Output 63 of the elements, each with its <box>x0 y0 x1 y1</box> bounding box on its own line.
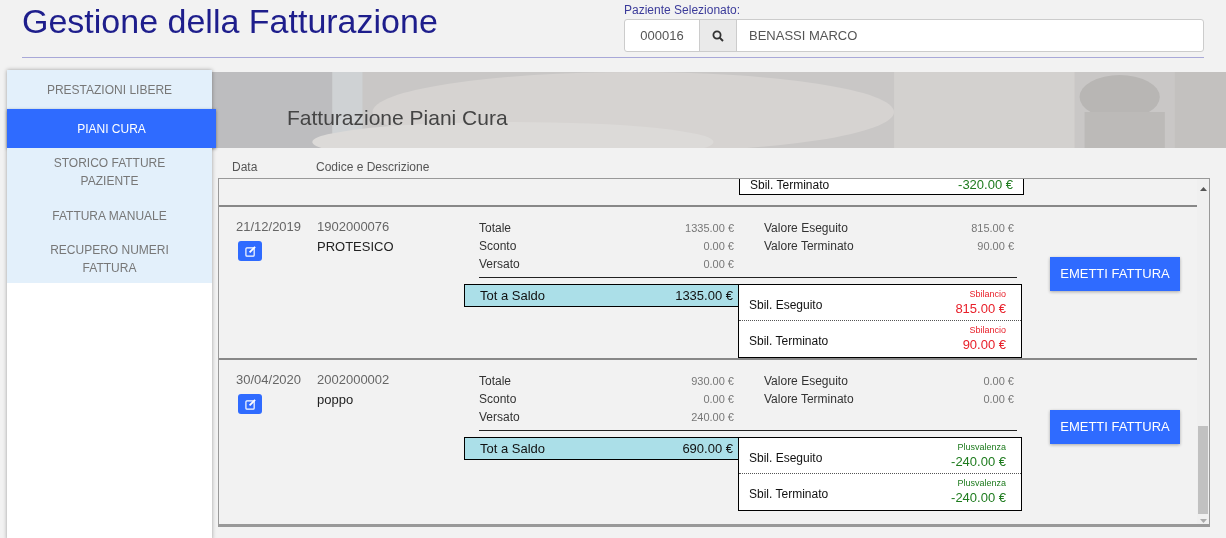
column-header: Codice e Descrizione <box>316 159 430 176</box>
amount-value: 240.00 € <box>691 409 734 425</box>
balance-total-label: Tot a Saldo <box>480 439 546 458</box>
balance-label: Sbil. Eseguito <box>749 449 823 467</box>
balance-value: -240.00 € <box>951 452 1006 471</box>
amount-label: Sconto <box>479 238 517 255</box>
amount-value: 0.00 € <box>703 256 734 272</box>
amount-label: Versato <box>479 409 520 426</box>
amount-value: 930.00 € <box>691 373 734 389</box>
sidebar-item[interactable]: RECUPERO NUMERI FATTURA <box>7 235 212 283</box>
balance-status: Plusvalenza <box>957 440 1006 453</box>
issue-invoice-button[interactable]: EMETTI FATTURA <box>1050 257 1180 291</box>
plan-date: 21/12/2019 <box>236 219 303 235</box>
edit-button[interactable] <box>238 241 262 261</box>
value-label: Valore Terminato <box>764 238 854 255</box>
issue-invoice-button[interactable]: EMETTI FATTURA <box>1050 410 1180 444</box>
sidebar-item[interactable]: FATTURA MANUALE <box>7 196 212 235</box>
balance-label: Sbil. Terminato <box>749 333 829 350</box>
balance-status: Plusvalenza <box>957 477 1006 489</box>
scroll-down-icon[interactable] <box>1199 519 1207 523</box>
amount-label: Totale <box>479 220 512 237</box>
value-amount: 0.00 € <box>983 373 1014 389</box>
balance-value: 90.00 € <box>962 336 1006 354</box>
value-label: Valore Terminato <box>764 391 854 408</box>
scroll-up-icon[interactable] <box>1199 187 1207 191</box>
amount-value: 0.00 € <box>703 238 734 254</box>
edit-button[interactable] <box>238 394 262 414</box>
balance-total-value: 690.00 € <box>682 439 733 458</box>
edit-icon <box>244 398 256 410</box>
balance-total-label: Tot a Saldo <box>480 286 546 305</box>
page-title: Gestione della Fatturazione <box>22 4 438 38</box>
edit-icon <box>244 245 256 257</box>
balance-total-value: 1335.00 € <box>675 286 733 305</box>
balance-label: Sbil. Eseguito <box>749 296 823 314</box>
plan-date: 30/04/2020 <box>236 372 303 388</box>
value-label: Valore Eseguito <box>764 373 848 390</box>
value-label: Valore Eseguito <box>764 220 848 237</box>
balance-value: 815.00 € <box>955 299 1006 318</box>
sidebar-item[interactable]: STORICO FATTURE PAZIENTE <box>7 148 212 196</box>
amount-label: Versato <box>479 256 520 273</box>
plan-code: 1902000076 <box>317 219 390 235</box>
amount-label: Totale <box>479 373 512 390</box>
balance-label: Sbil. Terminato <box>749 486 829 503</box>
section-title: Fatturazione Piani Cura <box>287 105 508 131</box>
column-header: Data <box>232 159 259 176</box>
value-amount: 815.00 € <box>971 220 1014 236</box>
value-amount: 90.00 € <box>977 238 1014 254</box>
amount-value: 1335.00 € <box>685 220 734 236</box>
scrollbar-thumb[interactable] <box>1198 426 1208 514</box>
balance-status: Sbilancio <box>969 324 1006 336</box>
patient-label: Paziente Selezionato: <box>624 2 741 18</box>
plan-code: 2002000002 <box>317 372 390 388</box>
balance-value: -240.00 € <box>951 489 1006 507</box>
plan-description: poppo <box>317 391 354 409</box>
amount-label: Sconto <box>479 391 517 408</box>
balance-value: -320.00 € <box>958 179 1013 194</box>
sidebar-item[interactable]: PIANI CURA <box>7 109 216 148</box>
value-amount: 0.00 € <box>983 391 1014 407</box>
balance-label: Sbil. Terminato <box>750 179 830 194</box>
plan-description: PROTESICO <box>317 238 394 256</box>
sidebar-item[interactable]: PRESTAZIONI LIBERE <box>7 70 212 109</box>
balance-status: Sbilancio <box>969 287 1006 300</box>
amount-value: 0.00 € <box>703 391 734 407</box>
